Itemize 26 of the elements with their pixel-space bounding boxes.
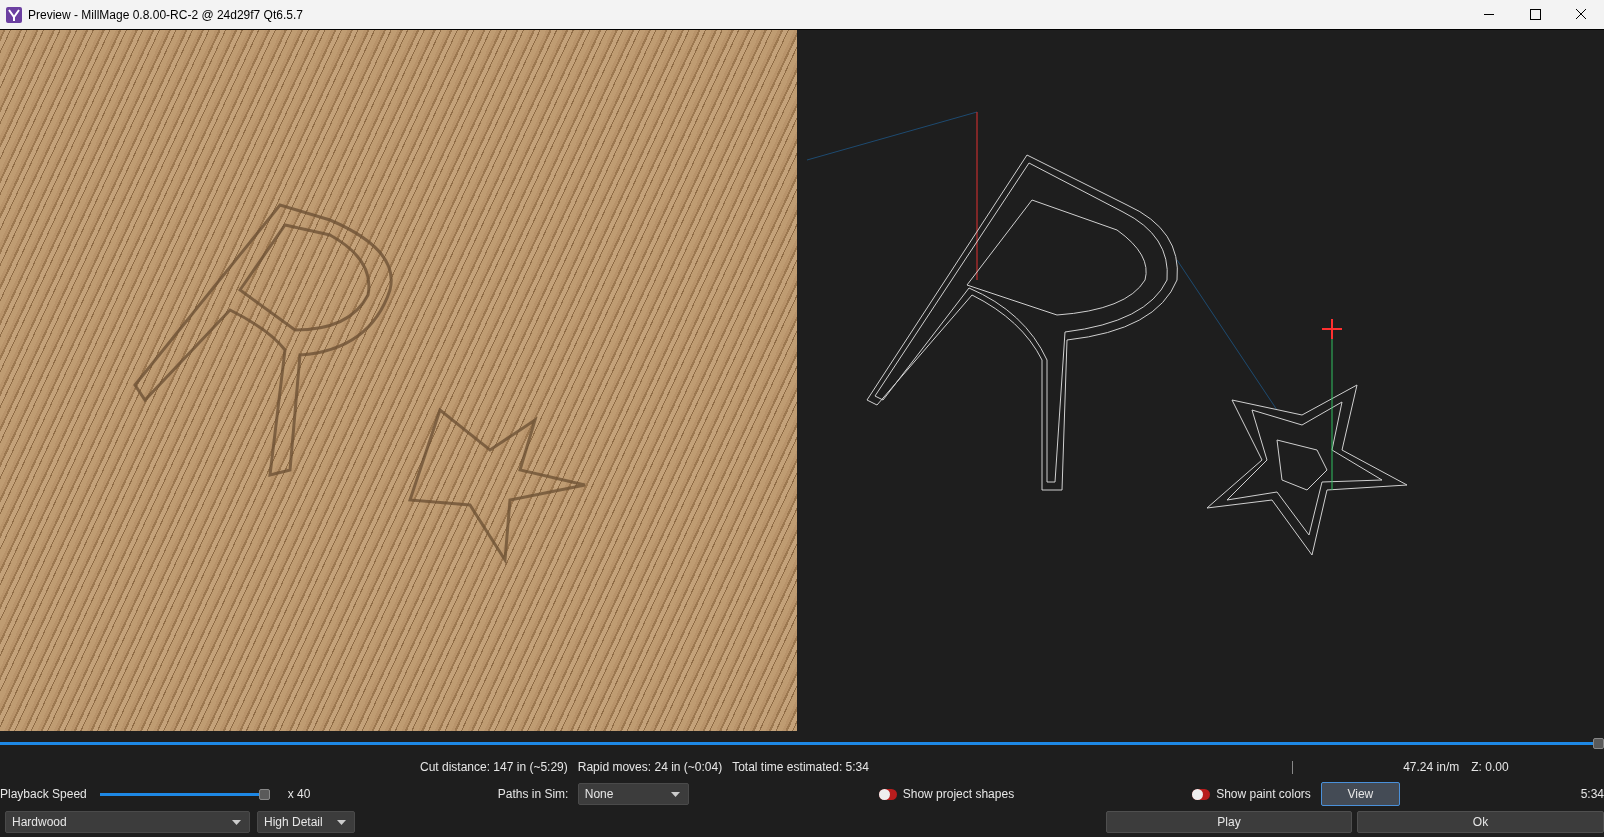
- rapid-moves-text: Rapid moves: 24 in (~0:04): [577, 760, 723, 774]
- slider-handle[interactable]: [258, 788, 270, 800]
- window-title: Preview - MillMage 0.8.00-RC-2 @ 24d29f7 Qt6.5.7: [28, 7, 304, 22]
- paths-in-sim-label: Paths in Sim:: [497, 787, 570, 801]
- play-button[interactable]: Play: [1106, 811, 1352, 833]
- app-logo-icon: [6, 6, 22, 23]
- toggle-label: Show paint colors: [1216, 787, 1311, 801]
- cut-distance-text: Cut distance: 147 in (~5:29): [420, 760, 568, 774]
- toggle-switch[interactable]: [878, 788, 897, 800]
- z-position-text: Z: 0.00: [1471, 760, 1509, 774]
- detail-dropdown[interactable]: High Detail: [257, 811, 355, 833]
- playback-speed-label: Playback Speed: [0, 787, 87, 801]
- toggle-label: Show project shapes: [902, 787, 1015, 801]
- total-time-text: Total time estimated: 5:34: [732, 760, 870, 774]
- caret-icon: [337, 819, 346, 825]
- ok-button[interactable]: Ok: [1357, 811, 1604, 833]
- toggle-switch[interactable]: [1192, 788, 1211, 800]
- caret-icon: [670, 791, 680, 797]
- elapsed-time-text: 5:34: [1580, 787, 1604, 801]
- playback-speed-reading: x 40: [287, 787, 312, 801]
- feed-rate-text: 47.24 in/m: [1403, 760, 1460, 774]
- caret-icon: [232, 819, 241, 825]
- paths-in-sim-dropdown[interactable]: None: [577, 783, 689, 805]
- timeline-handle[interactable]: [1593, 738, 1604, 749]
- material-dropdown[interactable]: Hardwood: [5, 811, 250, 833]
- view-button[interactable]: View: [1320, 782, 1400, 806]
